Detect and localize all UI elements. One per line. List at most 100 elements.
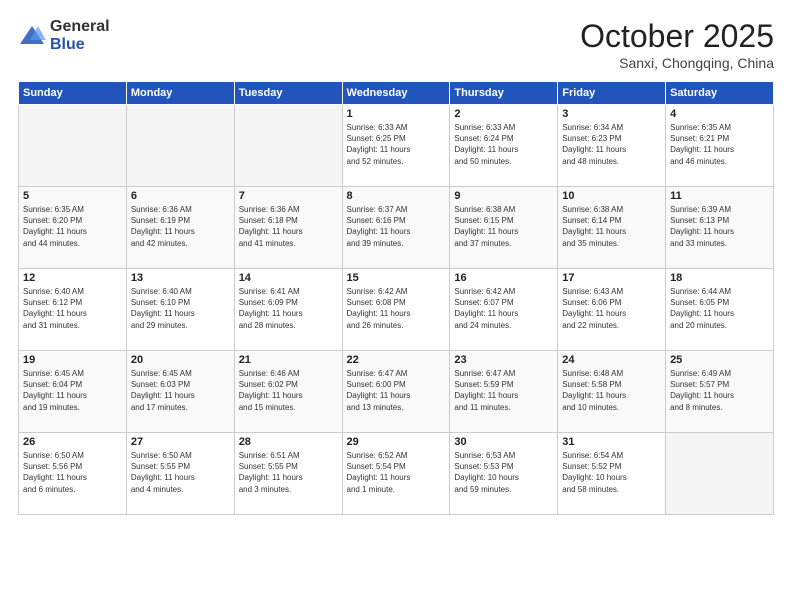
day-info: Sunrise: 6:40 AM Sunset: 6:10 PM Dayligh… [131, 286, 230, 331]
day-number: 27 [131, 436, 230, 448]
weekday-header: Thursday [450, 82, 558, 105]
day-number: 6 [131, 190, 230, 202]
day-number: 16 [454, 272, 553, 284]
title-block: October 2025 Sanxi, Chongqing, China [580, 18, 774, 71]
calendar-cell [19, 105, 127, 187]
day-info: Sunrise: 6:34 AM Sunset: 6:23 PM Dayligh… [562, 122, 661, 167]
calendar-week-row: 1 Sunrise: 6:33 AM Sunset: 6:25 PM Daylig… [19, 105, 774, 187]
day-info: Sunrise: 6:45 AM Sunset: 6:04 PM Dayligh… [23, 368, 122, 413]
calendar-cell [234, 105, 342, 187]
day-number: 25 [670, 354, 769, 366]
day-number: 13 [131, 272, 230, 284]
month-title: October 2025 [580, 18, 774, 55]
day-number: 26 [23, 436, 122, 448]
day-info: Sunrise: 6:49 AM Sunset: 5:57 PM Dayligh… [670, 368, 769, 413]
day-number: 8 [347, 190, 446, 202]
day-number: 1 [347, 108, 446, 120]
day-info: Sunrise: 6:35 AM Sunset: 6:21 PM Dayligh… [670, 122, 769, 167]
calendar-cell: 28 Sunrise: 6:51 AM Sunset: 5:55 PM Dayli… [234, 433, 342, 515]
logo-blue: Blue [50, 36, 110, 54]
day-info: Sunrise: 6:38 AM Sunset: 6:14 PM Dayligh… [562, 204, 661, 249]
day-info: Sunrise: 6:41 AM Sunset: 6:09 PM Dayligh… [239, 286, 338, 331]
day-number: 19 [23, 354, 122, 366]
day-info: Sunrise: 6:40 AM Sunset: 6:12 PM Dayligh… [23, 286, 122, 331]
weekday-header: Monday [126, 82, 234, 105]
day-info: Sunrise: 6:51 AM Sunset: 5:55 PM Dayligh… [239, 450, 338, 495]
day-number: 31 [562, 436, 661, 448]
day-number: 24 [562, 354, 661, 366]
weekday-header: Wednesday [342, 82, 450, 105]
day-info: Sunrise: 6:53 AM Sunset: 5:53 PM Dayligh… [454, 450, 553, 495]
day-number: 29 [347, 436, 446, 448]
header: General Blue October 2025 Sanxi, Chongqi… [18, 18, 774, 71]
weekday-header: Friday [558, 82, 666, 105]
day-number: 12 [23, 272, 122, 284]
calendar-cell: 10 Sunrise: 6:38 AM Sunset: 6:14 PM Dayli… [558, 187, 666, 269]
calendar-cell: 17 Sunrise: 6:43 AM Sunset: 6:06 PM Dayli… [558, 269, 666, 351]
day-info: Sunrise: 6:33 AM Sunset: 6:25 PM Dayligh… [347, 122, 446, 167]
calendar-cell: 26 Sunrise: 6:50 AM Sunset: 5:56 PM Dayli… [19, 433, 127, 515]
logo-text: General Blue [50, 18, 110, 53]
day-number: 5 [23, 190, 122, 202]
calendar-cell: 31 Sunrise: 6:54 AM Sunset: 5:52 PM Dayli… [558, 433, 666, 515]
day-number: 30 [454, 436, 553, 448]
calendar-cell: 2 Sunrise: 6:33 AM Sunset: 6:24 PM Daylig… [450, 105, 558, 187]
day-info: Sunrise: 6:54 AM Sunset: 5:52 PM Dayligh… [562, 450, 661, 495]
calendar-cell: 29 Sunrise: 6:52 AM Sunset: 5:54 PM Dayli… [342, 433, 450, 515]
day-number: 3 [562, 108, 661, 120]
day-info: Sunrise: 6:39 AM Sunset: 6:13 PM Dayligh… [670, 204, 769, 249]
calendar-cell: 4 Sunrise: 6:35 AM Sunset: 6:21 PM Daylig… [666, 105, 774, 187]
calendar-cell: 9 Sunrise: 6:38 AM Sunset: 6:15 PM Daylig… [450, 187, 558, 269]
weekday-header: Sunday [19, 82, 127, 105]
day-info: Sunrise: 6:42 AM Sunset: 6:08 PM Dayligh… [347, 286, 446, 331]
day-info: Sunrise: 6:35 AM Sunset: 6:20 PM Dayligh… [23, 204, 122, 249]
calendar-cell: 3 Sunrise: 6:34 AM Sunset: 6:23 PM Daylig… [558, 105, 666, 187]
calendar-cell: 23 Sunrise: 6:47 AM Sunset: 5:59 PM Dayli… [450, 351, 558, 433]
calendar-cell: 13 Sunrise: 6:40 AM Sunset: 6:10 PM Dayli… [126, 269, 234, 351]
day-number: 4 [670, 108, 769, 120]
calendar-cell: 5 Sunrise: 6:35 AM Sunset: 6:20 PM Daylig… [19, 187, 127, 269]
day-info: Sunrise: 6:48 AM Sunset: 5:58 PM Dayligh… [562, 368, 661, 413]
day-info: Sunrise: 6:44 AM Sunset: 6:05 PM Dayligh… [670, 286, 769, 331]
page: General Blue October 2025 Sanxi, Chongqi… [0, 0, 792, 612]
calendar-cell: 7 Sunrise: 6:36 AM Sunset: 6:18 PM Daylig… [234, 187, 342, 269]
day-info: Sunrise: 6:36 AM Sunset: 6:18 PM Dayligh… [239, 204, 338, 249]
day-number: 28 [239, 436, 338, 448]
day-number: 23 [454, 354, 553, 366]
weekday-header-row: SundayMondayTuesdayWednesdayThursdayFrid… [19, 82, 774, 105]
day-number: 22 [347, 354, 446, 366]
calendar-week-row: 26 Sunrise: 6:50 AM Sunset: 5:56 PM Dayli… [19, 433, 774, 515]
day-info: Sunrise: 6:50 AM Sunset: 5:56 PM Dayligh… [23, 450, 122, 495]
day-number: 20 [131, 354, 230, 366]
calendar-cell: 20 Sunrise: 6:45 AM Sunset: 6:03 PM Dayli… [126, 351, 234, 433]
calendar-cell [666, 433, 774, 515]
day-number: 2 [454, 108, 553, 120]
day-number: 7 [239, 190, 338, 202]
calendar-week-row: 5 Sunrise: 6:35 AM Sunset: 6:20 PM Daylig… [19, 187, 774, 269]
logo: General Blue [18, 18, 110, 53]
calendar-cell: 18Sunrise: 6:44 AM Sunset: 6:05 PM Dayli… [666, 269, 774, 351]
day-info: Sunrise: 6:33 AM Sunset: 6:24 PM Dayligh… [454, 122, 553, 167]
day-info: Sunrise: 6:47 AM Sunset: 6:00 PM Dayligh… [347, 368, 446, 413]
day-number: 17 [562, 272, 661, 284]
calendar-cell: 14 Sunrise: 6:41 AM Sunset: 6:09 PM Dayli… [234, 269, 342, 351]
day-number: 10 [562, 190, 661, 202]
calendar-cell: 11 Sunrise: 6:39 AM Sunset: 6:13 PM Dayli… [666, 187, 774, 269]
day-info: Sunrise: 6:45 AM Sunset: 6:03 PM Dayligh… [131, 368, 230, 413]
day-info: Sunrise: 6:47 AM Sunset: 5:59 PM Dayligh… [454, 368, 553, 413]
logo-general: General [50, 18, 110, 36]
calendar-cell: 22 Sunrise: 6:47 AM Sunset: 6:00 PM Dayli… [342, 351, 450, 433]
calendar: SundayMondayTuesdayWednesdayThursdayFrid… [18, 81, 774, 515]
calendar-cell: 21Sunrise: 6:46 AM Sunset: 6:02 PM Dayli… [234, 351, 342, 433]
day-info: Sunrise: 6:43 AM Sunset: 6:06 PM Dayligh… [562, 286, 661, 331]
calendar-week-row: 12 Sunrise: 6:40 AM Sunset: 6:12 PM Dayli… [19, 269, 774, 351]
day-info: Sunrise: 6:42 AM Sunset: 6:07 PM Dayligh… [454, 286, 553, 331]
calendar-cell: 24 Sunrise: 6:48 AM Sunset: 5:58 PM Dayli… [558, 351, 666, 433]
day-number: 11 [670, 190, 769, 202]
day-info: Sunrise: 6:38 AM Sunset: 6:15 PM Dayligh… [454, 204, 553, 249]
day-number: 9 [454, 190, 553, 202]
day-info: Sunrise: 6:36 AM Sunset: 6:19 PM Dayligh… [131, 204, 230, 249]
calendar-week-row: 19 Sunrise: 6:45 AM Sunset: 6:04 PM Dayli… [19, 351, 774, 433]
day-info: Sunrise: 6:52 AM Sunset: 5:54 PM Dayligh… [347, 450, 446, 495]
day-number: 14 [239, 272, 338, 284]
